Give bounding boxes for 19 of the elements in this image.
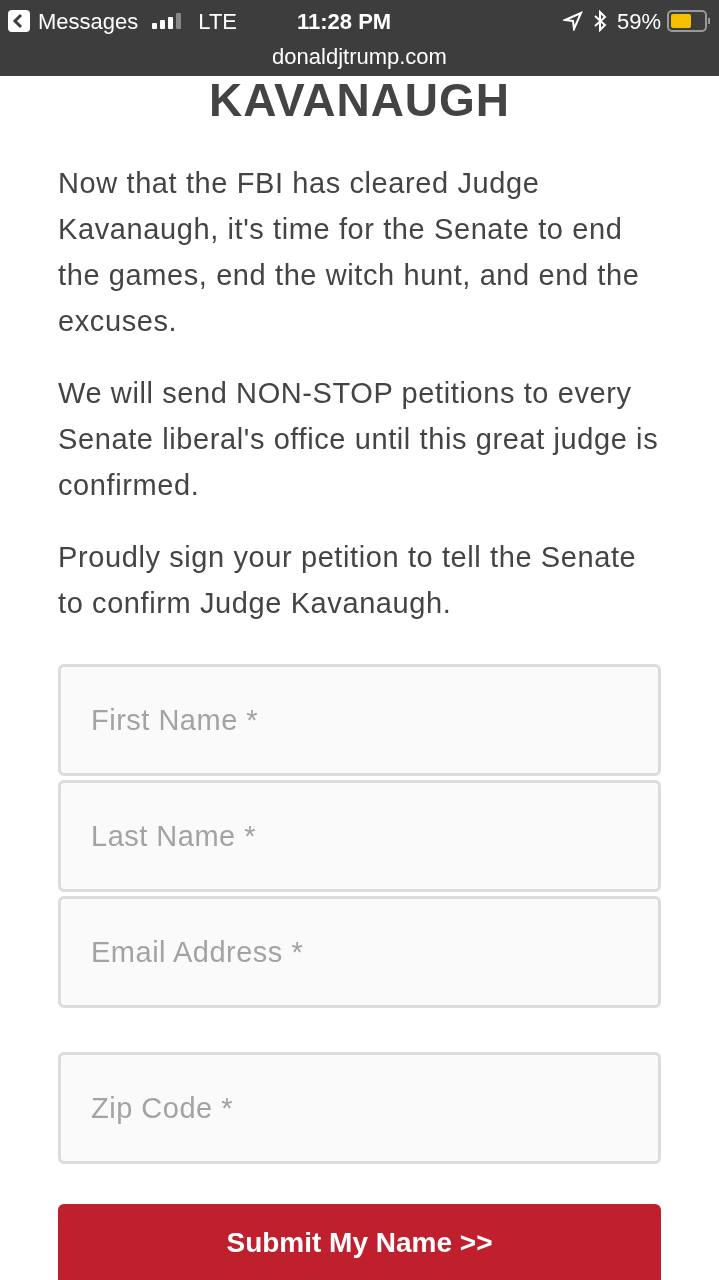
- network-type: LTE: [198, 7, 237, 36]
- paragraph: We will send NON-STOP petitions to every Senate liberal's office until this great judge is confirmed.: [58, 376, 660, 503]
- location-arrow-icon: [562, 11, 583, 31]
- back-icon[interactable]: [8, 10, 30, 32]
- url-text[interactable]: donaldjtrump.com: [272, 40, 447, 73]
- back-label[interactable]: Messages: [38, 4, 139, 38]
- page-heading: KAVANAUGH: [208, 74, 511, 126]
- battery-icon: [667, 10, 711, 32]
- clock: 11:28 PM: [297, 7, 392, 36]
- signal-icon: [152, 13, 183, 29]
- battery-percent: 59%: [616, 7, 661, 36]
- bluetooth-icon: [592, 10, 607, 32]
- form-field[interactable]: Email Address *: [58, 896, 661, 1008]
- paragraph: Proudly sign your petition to tell the Senate to confirm Judge Kavanaugh.: [58, 540, 638, 621]
- form-field[interactable]: First Name *: [58, 664, 661, 776]
- form-field[interactable]: Zip Code *: [58, 1052, 661, 1164]
- form-field[interactable]: Last Name *: [58, 780, 661, 892]
- submit-button[interactable]: Submit My Name >>: [58, 1204, 661, 1280]
- paragraph: Now that the FBI has cleared Judge Kavanaugh, it's time for the Senate to end the games, end the witch hunt, and end the excuses.: [58, 166, 641, 339]
